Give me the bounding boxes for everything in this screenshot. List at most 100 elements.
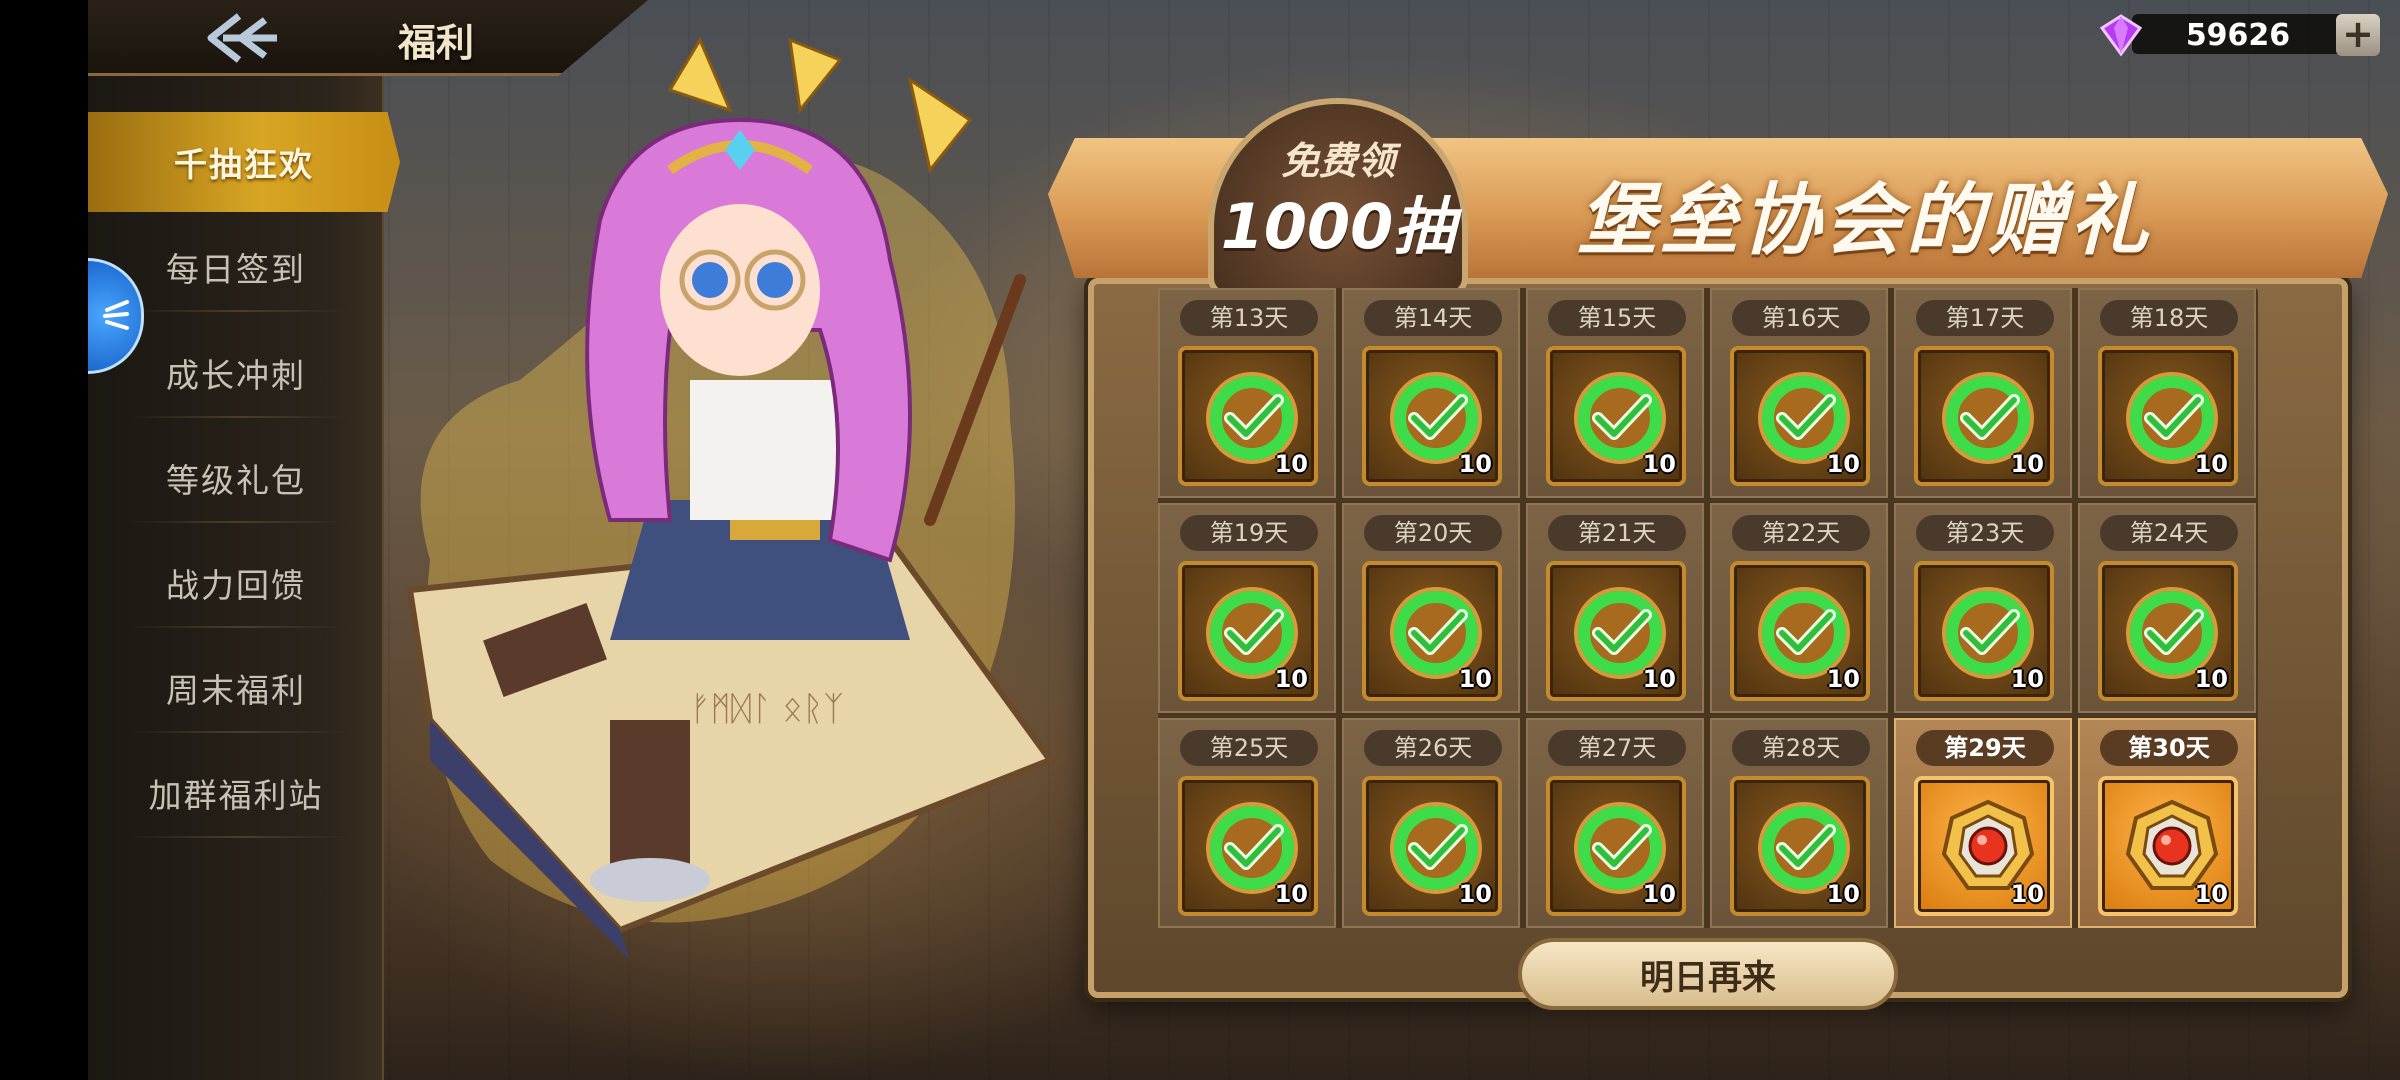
reward-quantity: 10 (1274, 450, 1308, 478)
banner-title: 堡垒协会的赠礼 (1578, 176, 2153, 266)
divider (128, 626, 354, 628)
reward-item-box: 10 (1730, 346, 1870, 486)
day-reward-cell: 第25天 10 (1158, 718, 1336, 928)
reward-quantity: 10 (2194, 665, 2228, 693)
day-reward-cell: 第23天 10 (1894, 503, 2072, 713)
sidebar-item-level-pack[interactable]: 等级礼包 (88, 433, 384, 523)
reward-item-box: 10 (1546, 561, 1686, 701)
reward-quantity: 10 (2010, 880, 2044, 908)
day-label: 第21天 (1548, 515, 1686, 551)
reward-quantity: 10 (2010, 450, 2044, 478)
button-label: 明日再来 (1640, 957, 1776, 998)
reward-item-box[interactable]: 10 (1914, 776, 2054, 916)
sidebar-item-join-group[interactable]: 加群福利站 (88, 748, 384, 838)
divider (128, 416, 354, 418)
purple-gem-icon (2099, 14, 2143, 57)
character-illustration: ᚠᛗᛞᛚ ᛟᚱᛉ (406, 36, 1055, 960)
currency-display: 59626 + (2098, 8, 2388, 58)
sidebar-item-power-rewards[interactable]: 战力回馈 (88, 538, 384, 628)
day-label: 第20天 (1364, 515, 1502, 551)
sidebar-item-label: 加群福利站 (148, 776, 324, 815)
sidebar-item-label: 战力回馈 (166, 566, 306, 605)
day-reward-cell: 第21天 10 (1526, 503, 1704, 713)
reward-item-box: 10 (1362, 776, 1502, 916)
sidebar-item-thousand-draws[interactable]: 千抽狂欢 (88, 112, 400, 212)
reward-quantity: 10 (1274, 880, 1308, 908)
back-arrow-icon (207, 13, 277, 63)
reward-item-box: 10 (1546, 346, 1686, 486)
day-reward-cell: 第14天 10 (1342, 288, 1520, 498)
divider (128, 836, 354, 838)
reward-quantity: 10 (1642, 880, 1676, 908)
reward-item-box: 10 (1362, 346, 1502, 486)
reward-quantity: 10 (1458, 665, 1492, 693)
reward-quantity: 10 (2194, 880, 2228, 908)
svg-text:ᚠᛗᛞᛚ ᛟᚱᛉ: ᚠᛗᛞᛚ ᛟᚱᛉ (690, 689, 844, 729)
reward-item-box: 10 (1914, 561, 2054, 701)
sidebar-item-label: 成长冲刺 (166, 356, 306, 395)
reward-quantity: 10 (1826, 450, 1860, 478)
add-currency-button[interactable]: + (2336, 14, 2380, 56)
day-reward-cell: 第16天 10 (1710, 288, 1888, 498)
sidebar-item-label: 千抽狂欢 (174, 145, 314, 184)
reward-quantity: 10 (2194, 450, 2228, 478)
reward-item-box: 10 (1178, 776, 1318, 916)
free-draws-badge: 免费领 1000抽 (1188, 58, 1488, 298)
divider (128, 731, 354, 733)
reward-quantity: 10 (1826, 665, 1860, 693)
day-label: 第15天 (1548, 300, 1686, 336)
come-back-tomorrow-button[interactable]: 明日再来 (1518, 938, 1898, 1010)
day-label: 第27天 (1548, 730, 1686, 766)
reward-item-box: 10 (2098, 346, 2238, 486)
day-label: 第22天 (1732, 515, 1870, 551)
reward-item-box: 10 (1362, 561, 1502, 701)
reward-quantity: 10 (1458, 450, 1492, 478)
sidebar-item-label: 每日签到 (166, 250, 306, 289)
day-reward-cell: 第27天 10 (1526, 718, 1704, 928)
day-label: 第18天 (2100, 300, 2238, 336)
reward-quantity: 10 (1458, 880, 1492, 908)
day-label: 第24天 (2100, 515, 2238, 551)
divider (128, 521, 354, 523)
day-label: 第23天 (1916, 515, 2054, 551)
reward-quantity: 10 (1274, 665, 1308, 693)
day-label: 第26天 (1364, 730, 1502, 766)
day-label: 第28天 (1732, 730, 1870, 766)
day-reward-cell[interactable]: 第29天 10 (1894, 718, 2072, 928)
menu-lines-icon (102, 300, 129, 330)
day-reward-cell: 第13天 10 (1158, 288, 1336, 498)
day-label: 第14天 (1364, 300, 1502, 336)
sidebar-item-weekend-bonus[interactable]: 周末福利 (88, 643, 384, 733)
day-label: 第25天 (1180, 730, 1318, 766)
day-reward-cell: 第26天 10 (1342, 718, 1520, 928)
reward-item-box: 10 (1730, 561, 1870, 701)
sidebar-item-label: 周末福利 (166, 671, 306, 710)
reward-quantity: 10 (1826, 880, 1860, 908)
day-reward-cell: 第28天 10 (1710, 718, 1888, 928)
day-reward-cell: 第17天 10 (1894, 288, 2072, 498)
reward-quantity: 10 (1642, 665, 1676, 693)
day-reward-cell: 第22天 10 (1710, 503, 1888, 713)
day-reward-cell: 第24天 10 (2078, 503, 2256, 713)
reward-item-box: 10 (2098, 561, 2238, 701)
sidebar: 千抽狂欢 每日签到 成长冲刺 等级礼包 战力回馈 周末福利 加群福利站 (88, 0, 400, 1080)
reward-panel: 免费领 1000抽 堡垒协会的赠礼 第13天 10 第14天 10 第15天 10 第… (1048, 98, 2388, 1010)
sidebar-item-label: 等级礼包 (166, 461, 306, 500)
day-label: 第29天 (1916, 730, 2054, 766)
day-label: 第17天 (1916, 300, 2054, 336)
day-reward-cell: 第20天 10 (1342, 503, 1520, 713)
day-label: 第13天 (1180, 300, 1318, 336)
reward-quantity: 10 (1642, 450, 1676, 478)
day-label: 第19天 (1180, 515, 1318, 551)
reward-item-box: 10 (1178, 561, 1318, 701)
divider (128, 310, 354, 312)
reward-item-box[interactable]: 10 (2098, 776, 2238, 916)
day-reward-cell: 第19天 10 (1158, 503, 1336, 713)
reward-item-box: 10 (1546, 776, 1686, 916)
day-reward-cell: 第15天 10 (1526, 288, 1704, 498)
day-reward-cell[interactable]: 第30天 10 (2078, 718, 2256, 928)
reward-item-box: 10 (1178, 346, 1318, 486)
day-reward-cell: 第18天 10 (2078, 288, 2256, 498)
badge-line2: 1000抽 (1220, 190, 1456, 263)
back-button[interactable] (188, 6, 298, 70)
